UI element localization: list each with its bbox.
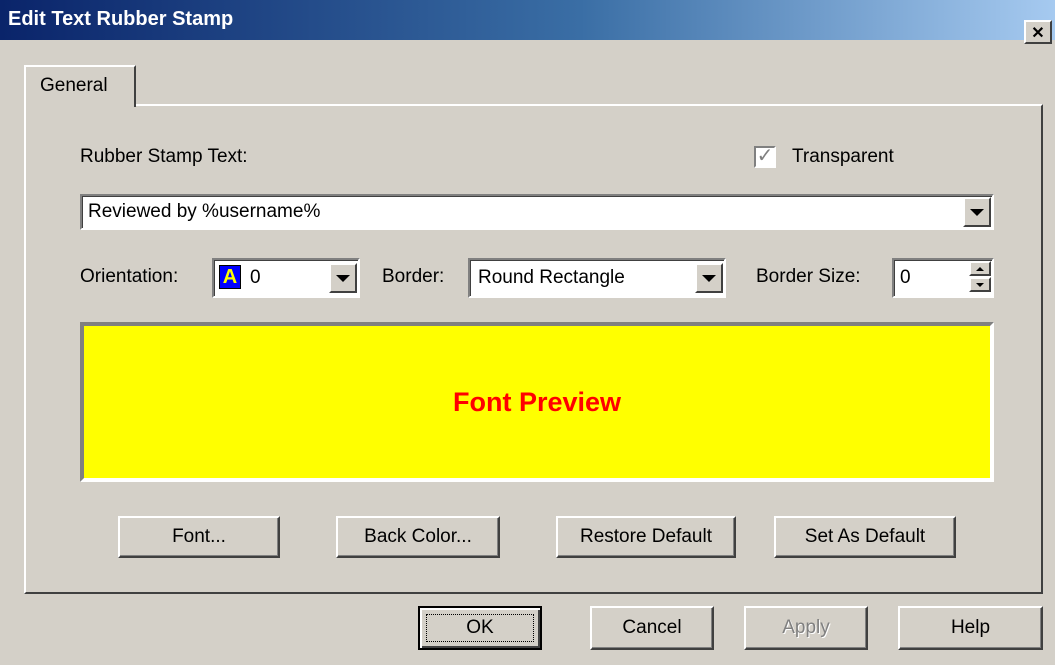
orientation-value: 0	[250, 267, 261, 288]
stamp-text-label: Rubber Stamp Text:	[80, 146, 248, 167]
border-size-value: 0	[900, 267, 911, 288]
font-preview-area: Font Preview	[80, 322, 994, 482]
tab-general[interactable]: General	[24, 65, 136, 107]
arrow-up-icon	[976, 266, 984, 271]
spin-up-button[interactable]	[969, 261, 991, 276]
checkmark-icon: ✓	[756, 145, 774, 167]
orientation-combobox[interactable]: A 0	[212, 258, 360, 298]
stamp-text-dropdown-button[interactable]	[963, 197, 991, 227]
cancel-button[interactable]: Cancel	[590, 606, 714, 650]
ok-button[interactable]: OK	[418, 606, 542, 650]
chevron-down-icon	[702, 274, 716, 282]
window-title: Edit Text Rubber Stamp	[8, 8, 234, 30]
stamp-text-combobox[interactable]: Reviewed by %username%	[80, 194, 994, 230]
font-preview-text: Font Preview	[452, 386, 622, 417]
transparent-checkbox[interactable]: ✓	[754, 146, 776, 168]
orientation-icon: A	[219, 265, 241, 289]
border-label: Border:	[382, 266, 445, 287]
restore-default-button[interactable]: Restore Default	[556, 516, 736, 558]
close-button[interactable]: ✕	[1024, 20, 1052, 44]
chevron-down-icon	[336, 274, 350, 282]
border-value: Round Rectangle	[478, 267, 625, 288]
orientation-dropdown-button[interactable]	[329, 263, 357, 293]
font-button[interactable]: Font...	[118, 516, 280, 558]
border-dropdown-button[interactable]	[695, 263, 723, 293]
chevron-down-icon	[970, 208, 984, 216]
close-icon: ✕	[1031, 25, 1045, 42]
tab-general-label: General	[40, 75, 108, 96]
set-as-default-button[interactable]: Set As Default	[774, 516, 956, 558]
orientation-label: Orientation:	[80, 266, 179, 287]
border-size-label: Border Size:	[756, 266, 861, 287]
spin-down-button[interactable]	[969, 277, 991, 292]
back-color-button[interactable]: Back Color...	[336, 516, 500, 558]
stamp-text-value: Reviewed by %username%	[88, 201, 321, 222]
border-combobox[interactable]: Round Rectangle	[468, 258, 726, 298]
transparent-label: Transparent	[792, 146, 894, 167]
border-size-spinner[interactable]: 0	[892, 258, 994, 298]
arrow-down-icon	[976, 282, 984, 287]
focus-rect	[426, 614, 534, 642]
apply-button[interactable]: Apply	[744, 606, 868, 650]
help-button[interactable]: Help	[898, 606, 1043, 650]
